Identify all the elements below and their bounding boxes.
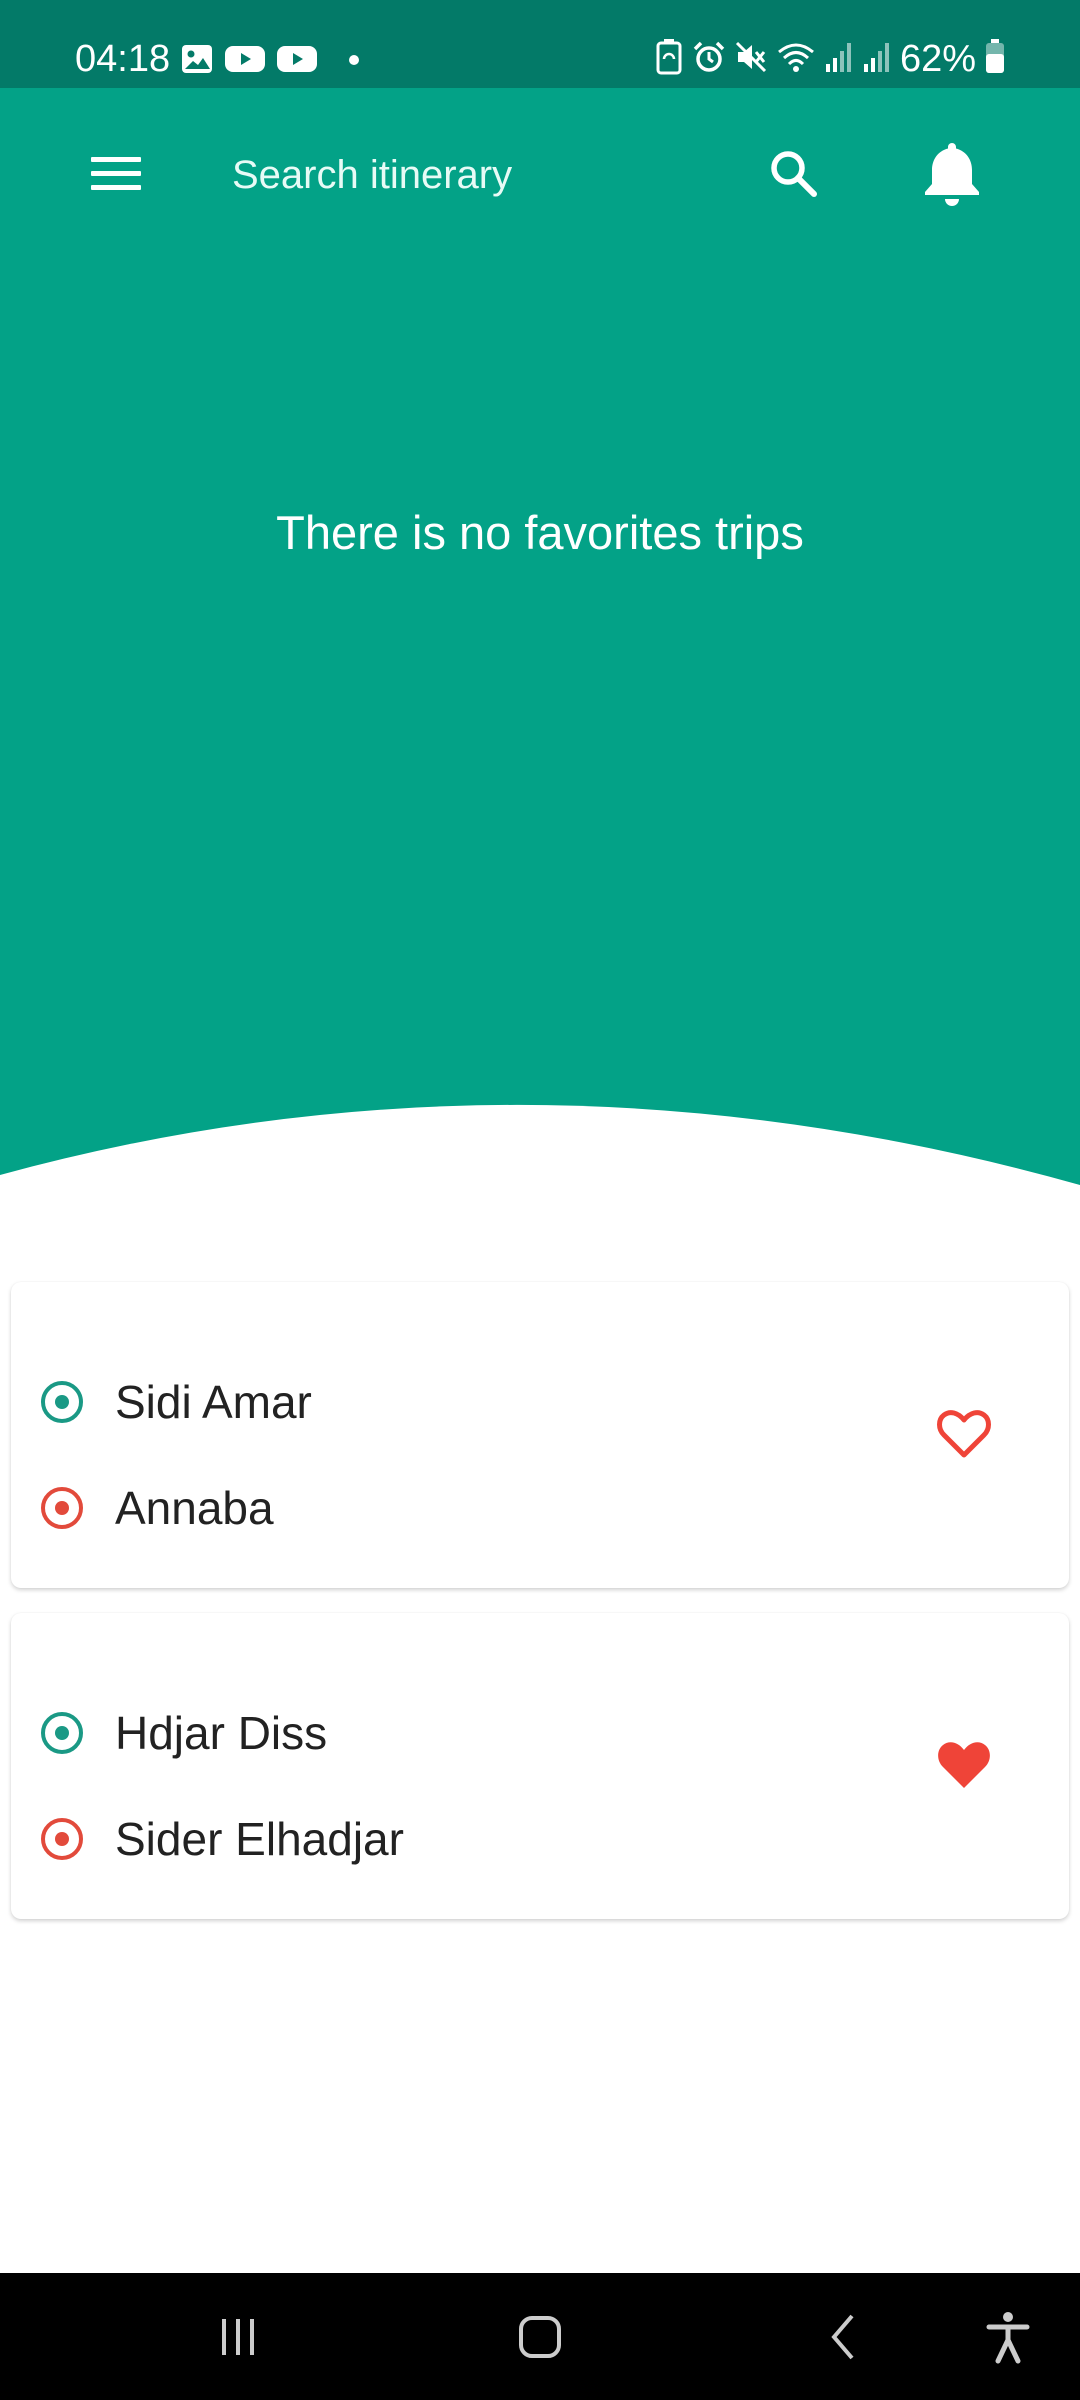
- status-bar: 04:18 62%: [0, 0, 1080, 88]
- app-bar: [0, 88, 1080, 258]
- accessibility-icon: [986, 2310, 1030, 2369]
- wifi-icon: [776, 40, 816, 79]
- status-right: 62%: [654, 36, 1006, 82]
- destination-marker-icon: [39, 1485, 85, 1531]
- destination-row: Annaba: [39, 1473, 274, 1543]
- destination-marker-icon: [39, 1816, 85, 1862]
- gallery-icon: [180, 42, 214, 81]
- hero-curve: [0, 1040, 1080, 1240]
- destination-name: Sider Elhadjar: [115, 1813, 404, 1865]
- destination-name: Annaba: [115, 1482, 274, 1534]
- bell-icon: [921, 138, 983, 215]
- status-left-icons: [180, 42, 360, 81]
- battery-icon: [984, 38, 1006, 80]
- home-icon: [517, 2314, 563, 2365]
- battery-percentage: 62%: [899, 38, 976, 80]
- accessibility-button[interactable]: [968, 2299, 1048, 2379]
- trip-card[interactable]: Hdjar Diss Sider Elhadjar: [11, 1613, 1069, 1919]
- back-icon: [824, 2312, 864, 2367]
- home-button[interactable]: [500, 2299, 580, 2379]
- origin-name: Hdjar Diss: [115, 1707, 328, 1759]
- youtube-icon: [276, 44, 318, 79]
- signal-icon: [824, 40, 854, 79]
- battery-saver-icon: [654, 38, 684, 80]
- favorite-toggle-button[interactable]: [929, 1733, 999, 1803]
- search-input[interactable]: [220, 140, 744, 210]
- signal-icon: [862, 40, 892, 79]
- back-button[interactable]: [804, 2299, 884, 2379]
- menu-button[interactable]: [72, 136, 160, 216]
- origin-row: Sidi Amar: [39, 1367, 312, 1437]
- recents-button[interactable]: [198, 2299, 278, 2379]
- favorite-toggle-button[interactable]: [929, 1402, 999, 1472]
- heart-outline-icon: [936, 1409, 992, 1465]
- menu-icon: [91, 155, 141, 198]
- notifications-button[interactable]: [908, 132, 996, 220]
- search-icon: [767, 147, 819, 204]
- search-button[interactable]: [758, 140, 828, 210]
- youtube-icon: [224, 44, 266, 79]
- origin-name: Sidi Amar: [115, 1376, 312, 1428]
- dot-icon: [348, 53, 360, 71]
- trip-card[interactable]: Sidi Amar Annaba: [11, 1282, 1069, 1588]
- status-time: 04:18: [75, 38, 171, 80]
- origin-marker-icon: [39, 1379, 85, 1425]
- empty-favorites-message: There is no favorites trips: [276, 506, 804, 559]
- recents-icon: [216, 2315, 260, 2364]
- alarm-icon: [692, 40, 726, 79]
- heart-filled-icon: [936, 1741, 992, 1796]
- origin-marker-icon: [39, 1710, 85, 1756]
- origin-row: Hdjar Diss: [39, 1698, 327, 1768]
- system-nav-bar: [0, 2273, 1080, 2400]
- destination-row: Sider Elhadjar: [39, 1804, 404, 1874]
- mute-icon: [734, 40, 768, 79]
